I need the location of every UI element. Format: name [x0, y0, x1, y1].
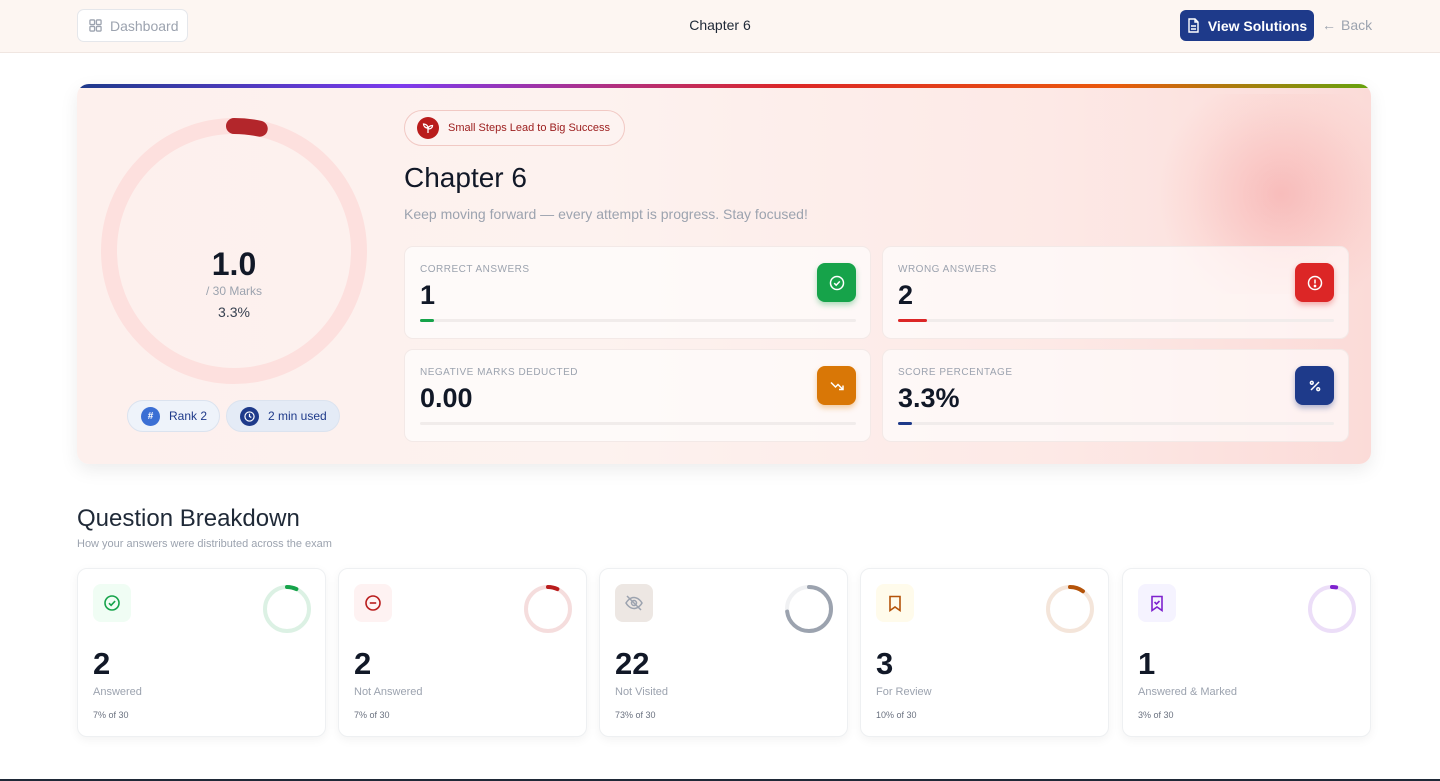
breakdown-subtitle: How your answers were distributed across… [77, 538, 332, 550]
stat-value: 1 [420, 280, 436, 310]
stat-value: 0.00 [420, 383, 473, 413]
stat-negative-marks: NEGATIVE MARKS DEDUCTED 0.00 [404, 349, 871, 442]
breakdown-card-answered: 2 Answered 7% of 30 [77, 568, 326, 737]
breakdown-card-not-answered: 2 Not Answered 7% of 30 [338, 568, 587, 737]
ring-track [1046, 585, 1094, 633]
stat-score-percentage: SCORE PERCENTAGE 3.3% [882, 349, 1349, 442]
stat-progress-fill [898, 319, 928, 322]
back-link[interactable]: ← Back [1322, 17, 1372, 33]
rank-badge: # Rank 2 [127, 400, 221, 432]
percent-icon [1295, 366, 1334, 405]
not-visited-progress-ring [785, 585, 833, 633]
breakdown-label: Not Visited [615, 686, 668, 698]
breakdown-count: 2 [93, 646, 111, 681]
score-value: 1.0 [211, 246, 257, 282]
stat-value: 2 [898, 280, 914, 310]
motto-badge: Small Steps Lead to Big Success [404, 110, 626, 146]
sprout-icon [417, 117, 439, 139]
breakdown-share: 10% of 30 [876, 710, 917, 720]
breakdown-card-answered-marked: 1 Answered & Marked 3% of 30 [1122, 568, 1371, 737]
motto-text: Small Steps Lead to Big Success [448, 122, 611, 134]
score-ring: 1.0 / 30 Marks 3.3% [99, 116, 369, 386]
eye-off-icon [615, 584, 653, 622]
breakdown-count: 22 [615, 646, 650, 681]
not-answered-progress-ring [524, 585, 572, 633]
stat-progress-fill [898, 422, 913, 425]
stat-label: SCORE PERCENTAGE [898, 367, 1013, 378]
bookmark-check-icon [1138, 584, 1176, 622]
view-solutions-button[interactable]: View Solutions [1180, 10, 1314, 41]
breakdown-label: Answered [93, 686, 142, 698]
breakdown-share: 7% of 30 [93, 710, 129, 720]
gradient-accent-line [77, 84, 1371, 88]
for-review-progress-ring [1046, 585, 1094, 633]
hero-title: Chapter 6 [404, 162, 527, 193]
clock-icon [240, 406, 259, 426]
check-circle-icon [817, 263, 856, 302]
stat-value: 3.3% [898, 383, 960, 413]
alert-circle-icon [1295, 263, 1334, 302]
stat-label: CORRECT ANSWERS [420, 264, 530, 275]
breakdown-card-for-review: 3 For Review 10% of 30 [860, 568, 1109, 737]
time-label: 2 min used [268, 409, 327, 423]
bookmark-icon [876, 584, 914, 622]
breakdown-label: Answered & Marked [1138, 686, 1238, 698]
breakdown-share: 73% of 30 [615, 710, 656, 720]
score-percent: 3.3% [218, 304, 250, 320]
stat-progress-fill [420, 319, 435, 322]
minus-circle-icon [354, 584, 392, 622]
trending-down-icon [817, 366, 856, 405]
breakdown-label: For Review [876, 686, 932, 698]
breakdown-card-not-visited: 22 Not Visited 73% of 30 [599, 568, 848, 737]
answered-progress-ring [263, 585, 311, 633]
breakdown-share: 3% of 30 [1138, 710, 1174, 720]
stat-wrong-answers: WRONG ANSWERS 2 [882, 246, 1349, 339]
ring-track [1308, 585, 1356, 633]
breakdown-title: Question Breakdown [77, 505, 300, 532]
breakdown-count: 3 [876, 646, 894, 681]
answered-marked-progress-ring [1308, 585, 1356, 633]
rank-label: Rank 2 [169, 409, 208, 423]
stat-label: NEGATIVE MARKS DEDUCTED [420, 367, 578, 378]
time-badge: 2 min used [226, 400, 340, 432]
stat-label: WRONG ANSWERS [898, 264, 997, 275]
result-summary-card: 1.0 / 30 Marks 3.3% # Rank 2 2 min used … [77, 84, 1371, 464]
breakdown-count: 2 [354, 646, 372, 681]
document-icon [1188, 18, 1199, 33]
check-circle-icon [93, 584, 131, 622]
score-total-marks: / 30 Marks [205, 284, 262, 298]
hero-subtitle: Keep moving forward — every attempt is p… [404, 206, 808, 222]
top-bar: Dashboard Chapter 6 View Solutions ← Bac… [0, 0, 1440, 53]
breakdown-count: 1 [1138, 646, 1156, 681]
view-solutions-label: View Solutions [1207, 17, 1308, 34]
stat-correct-answers: CORRECT ANSWERS 1 [404, 246, 871, 339]
arrow-left-icon: ← [1322, 17, 1336, 33]
breakdown-label: Not Answered [354, 686, 423, 698]
ring-track [263, 585, 311, 633]
back-label: Back [1341, 17, 1373, 33]
breakdown-share: 7% of 30 [354, 710, 390, 720]
ring-track [524, 585, 572, 633]
hash-icon: # [141, 406, 160, 426]
